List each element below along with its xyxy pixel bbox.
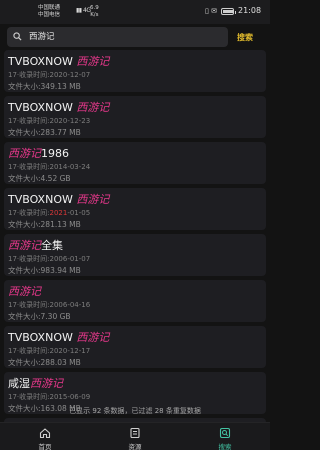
result-card[interactable]: TVBOXNOW 西游记 17·收录时间:2020-12-23 文件大小:283.7… [4, 96, 266, 138]
signal-icon: ▮▮ 4G [76, 7, 91, 14]
tab-home[interactable]: 首页 [0, 423, 90, 450]
result-date: 17·收录时间:2020-12-07 [8, 70, 90, 80]
result-date: 17·收录时间:2014-03-24 [8, 162, 90, 172]
result-date: 17·收录时间:2020-12-23 [8, 116, 90, 126]
tab-resources-label: 资源 [128, 443, 142, 450]
toast-message: 已显示 92 条数据，已过滤 28 条重复数据 [69, 407, 201, 415]
home-icon [39, 428, 51, 439]
result-date-value: 2014-03-24 [49, 163, 91, 171]
result-date-label: 17·收录时间: [8, 71, 50, 79]
carrier-2: 中国电信 [38, 12, 61, 18]
result-title-keyword: 西游记 [8, 147, 41, 160]
result-size: 文件大小:7.30 GB [8, 312, 71, 321]
result-title: 咸湿西游记 [8, 375, 63, 391]
result-title-keyword: 西游记 [76, 193, 110, 206]
result-card[interactable]: TVBOXNOW 西游记 17·收录时间:2020-12-07 文件大小:349.1… [4, 50, 266, 92]
result-size: 文件大小:4.52 GB [8, 174, 71, 183]
result-card[interactable]: TVBOXNOW 西游记 17·收录时间:2021-01-05 文件大小:281.1… [4, 188, 266, 230]
result-date-label: 17·收录时间: [8, 301, 50, 309]
result-title: 西游记 [8, 283, 41, 299]
speed-value: 6.9 [90, 5, 99, 11]
result-date-label: 17·收录时间: [8, 163, 50, 171]
results-list: TVBOXNOW 西游记 17·收录时间:2020-12-07 文件大小:349.1… [0, 50, 270, 422]
result-card[interactable]: 西游记 17·收录时间:2006-04-16 文件大小:7.30 GB [4, 280, 266, 322]
result-date-label: 17·收录时间: [8, 209, 50, 217]
result-title: TVBOXNOW 西游记 [8, 53, 109, 69]
search-icon [13, 32, 22, 41]
result-title-keyword: 西游记 [8, 285, 41, 298]
result-title-prefix: TVBOXNOW [8, 101, 77, 114]
status-bar: 中国联通 中国电信 ▮▮ 4G 6.9 K/s ▯ ✉ 21:08 [0, 0, 270, 24]
result-title-prefix: TVBOXNOW [8, 55, 77, 68]
bottom-tab-bar: 首页 资源 搜索 [0, 422, 270, 450]
tab-resources[interactable]: 资源 [90, 423, 180, 450]
result-date-label: 17·收录时间: [8, 117, 50, 125]
result-title: 西游记1986 [8, 145, 69, 161]
vibrate-icon: ▯ ✉ [205, 7, 217, 15]
carrier-info: 中国联通 中国电信 [38, 5, 60, 19]
result-date-label: 17·收录时间: [8, 347, 50, 355]
status-clock: 21:08 [238, 6, 262, 15]
result-date: 17·收录时间:2015-06-09 [8, 392, 90, 402]
result-title: TVBOXNOW 西游记 [8, 99, 109, 115]
result-title-suffix: 1986 [41, 147, 69, 160]
result-title: TVBOXNOW 西游记 [8, 191, 109, 207]
search-row: 西游记 搜索 [0, 26, 270, 48]
result-title-keyword: 西游记 [76, 55, 110, 68]
result-size: 文件大小:983.94 MB [8, 266, 81, 275]
result-date: 17·收录时间:2006-04-16 [8, 300, 90, 310]
battery-icon [221, 8, 236, 15]
result-date-value: 2020-12-17 [49, 347, 91, 355]
carrier-1: 中国联通 [38, 5, 61, 11]
result-date-value: -01-05 [67, 209, 91, 217]
result-title-prefix: 咸湿 [8, 377, 30, 390]
result-date-label: 17·收录时间: [8, 393, 50, 401]
result-size: 文件大小:349.13 MB [8, 82, 81, 91]
result-title-keyword: 西游记 [8, 239, 41, 252]
search-input[interactable]: 西游记 [29, 30, 55, 42]
result-title-prefix: TVBOXNOW [8, 193, 77, 206]
result-card[interactable]: 西游记全集 17·收录时间:2006-01-07 文件大小:983.94 MB [4, 234, 266, 276]
result-card[interactable]: 西游记1986 17·收录时间:2014-03-24 文件大小:4.52 GB [4, 142, 266, 184]
result-date-value: 2006-04-16 [49, 301, 91, 309]
result-title-suffix: 全集 [41, 239, 63, 252]
result-title-keyword: 西游记 [30, 377, 63, 390]
result-title-keyword: 西游记 [76, 101, 110, 114]
result-size: 文件大小:288.03 MB [8, 358, 81, 367]
speed-unit: K/s [90, 12, 99, 18]
result-date: 17·收录时间:2021-01-05 [8, 208, 90, 218]
result-title-prefix: TVBOXNOW [8, 331, 77, 344]
result-size: 文件大小:283.77 MB [8, 128, 81, 137]
result-title: 西游记全集 [8, 237, 63, 253]
network-speed: 6.9 K/s [90, 5, 99, 19]
result-date-value: 2020-12-23 [49, 117, 91, 125]
result-date: 17·收录时间:2006-01-07 [8, 254, 90, 264]
search-button[interactable]: 搜索 [237, 32, 253, 43]
tab-search[interactable]: 搜索 [180, 423, 270, 450]
result-card[interactable]: TVBOXNOW 西游记 17·收录时间:2020-12-17 文件大小:288.0… [4, 326, 266, 368]
result-date-value: 2015-06-09 [49, 393, 91, 401]
result-date-label: 17·收录时间: [8, 255, 50, 263]
search-box[interactable]: 西游记 [7, 27, 228, 47]
tab-search-label: 搜索 [218, 443, 232, 450]
search-tab-icon [219, 427, 231, 439]
result-title: TVBOXNOW 西游记 [8, 329, 109, 345]
result-date-value: 2006-01-07 [49, 255, 91, 263]
result-title-keyword: 西游记 [76, 331, 110, 344]
tab-home-label: 首页 [38, 443, 52, 450]
result-date: 17·收录时间:2020-12-17 [8, 346, 90, 356]
result-date-year-highlight: 2021 [49, 209, 68, 217]
result-size: 文件大小:281.13 MB [8, 220, 81, 229]
result-date-value: 2020-12-07 [49, 71, 91, 79]
resource-icon [130, 427, 140, 439]
